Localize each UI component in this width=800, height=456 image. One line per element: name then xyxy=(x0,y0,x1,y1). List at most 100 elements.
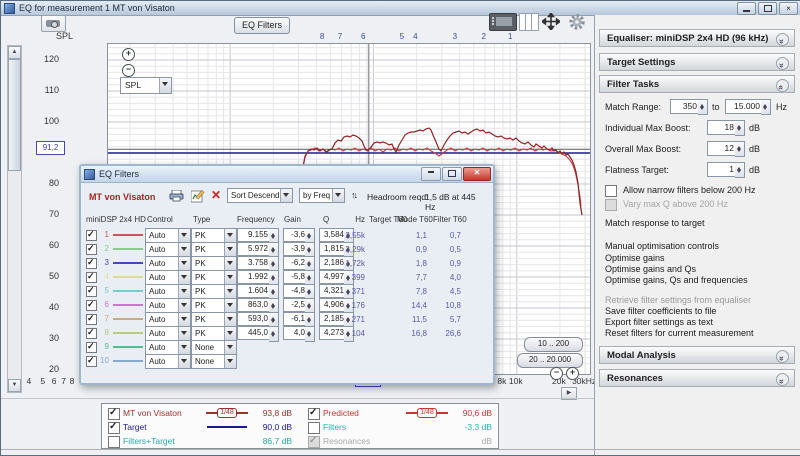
chevron-down-icon[interactable] xyxy=(776,350,789,363)
move-arrows-icon[interactable] xyxy=(542,13,560,30)
control-dropdown[interactable]: Auto xyxy=(145,298,191,313)
panel-filter-tasks[interactable]: Filter Tasks xyxy=(599,75,795,93)
scroll-up-icon[interactable]: ▲ xyxy=(8,46,21,59)
capture-graph-button[interactable] xyxy=(41,15,66,32)
panel-modal-analysis[interactable]: Modal Analysis xyxy=(599,346,795,364)
filter-enabled-checkbox[interactable] xyxy=(86,342,97,353)
panel-target-settings[interactable]: Target Settings xyxy=(599,53,795,71)
sort-dropdown[interactable]: Sort Descending xyxy=(227,188,293,203)
match-response-action[interactable]: Match response to target xyxy=(605,218,705,228)
frequency-field[interactable]: 1.604 xyxy=(237,284,271,298)
trace-checkbox[interactable] xyxy=(108,422,120,434)
trace-checkbox[interactable] xyxy=(308,408,320,420)
panel-equaliser[interactable]: Equaliser: miniDSP 2x4 HD (96 kHz) xyxy=(599,29,795,47)
type-dropdown[interactable]: PK xyxy=(191,298,237,313)
match-range-from-spinner[interactable] xyxy=(698,99,708,115)
control-dropdown[interactable]: Auto xyxy=(145,228,191,243)
delete-filters-icon[interactable]: ✕ xyxy=(211,189,221,201)
measure-actions-icon[interactable] xyxy=(191,190,205,203)
match-range-to-spinner[interactable] xyxy=(761,99,771,115)
dialog-titlebar[interactable]: EQ Filters ✕ xyxy=(81,166,493,183)
frequency-field[interactable]: 593,0 xyxy=(237,312,271,326)
control-dropdown[interactable]: Auto xyxy=(145,256,191,271)
optimise-gains-action[interactable]: Optimise gains xyxy=(605,253,665,263)
dialog-maximize-button[interactable] xyxy=(442,167,462,181)
frequency-field[interactable]: 863,0 xyxy=(237,298,271,312)
filter-enabled-checkbox[interactable] xyxy=(86,356,97,367)
print-icon[interactable] xyxy=(169,190,184,202)
flatness-target-field[interactable]: 1 xyxy=(707,162,737,177)
control-dropdown[interactable]: Auto xyxy=(145,354,191,369)
chevron-down-icon[interactable] xyxy=(776,33,789,46)
zoom-in-icon[interactable]: + xyxy=(122,48,135,61)
chevron-down-icon[interactable] xyxy=(776,57,789,70)
frequency-field[interactable]: 1.992 xyxy=(237,270,271,284)
maximize-button[interactable] xyxy=(758,2,777,15)
window-titlebar[interactable]: EQ for measurement 1 MT von Visaton × xyxy=(1,1,800,16)
scroll-down-icon[interactable]: ▼ xyxy=(8,379,21,392)
chevron-down-icon[interactable] xyxy=(776,373,789,386)
x-zoom-out-icon[interactable]: − xyxy=(550,367,563,380)
match-range-from-field[interactable]: 350 xyxy=(670,99,700,114)
control-dropdown[interactable]: Auto xyxy=(145,340,191,355)
filter-enabled-checkbox[interactable] xyxy=(86,300,97,311)
type-dropdown[interactable]: PK xyxy=(191,270,237,285)
sort-by-dropdown[interactable]: by Freq xyxy=(299,188,345,203)
allow-narrow-checkbox[interactable] xyxy=(605,185,617,197)
smoothing-badge[interactable]: 1/48 xyxy=(404,408,450,418)
smoothing-badge[interactable]: 1/48 xyxy=(204,408,250,418)
overall-max-boost-spinner[interactable] xyxy=(735,141,745,157)
frequency-field[interactable]: 9.155 xyxy=(237,228,271,242)
range-20-20000-button[interactable]: 20 .. 20.000 xyxy=(517,353,583,368)
reset-filters-action[interactable]: Reset filters for current measurement xyxy=(605,328,754,338)
panel-resonances[interactable]: Resonances xyxy=(599,369,795,387)
graph-layout-icon[interactable] xyxy=(489,13,517,31)
control-dropdown[interactable]: Auto xyxy=(145,270,191,285)
trace-checkbox[interactable] xyxy=(108,436,120,448)
frequency-field[interactable]: 5.972 xyxy=(237,242,271,256)
individual-max-boost-field[interactable]: 18 xyxy=(707,120,737,135)
type-dropdown[interactable]: PK xyxy=(191,284,237,299)
type-dropdown[interactable]: PK xyxy=(191,312,237,327)
reorder-filters-icon[interactable]: ↑↓ xyxy=(351,190,356,200)
axis-selector-dropdown[interactable]: SPL xyxy=(120,77,172,94)
control-dropdown[interactable]: Auto xyxy=(145,242,191,257)
panel-columns-icon[interactable] xyxy=(519,13,539,31)
control-dropdown[interactable]: Auto xyxy=(145,284,191,299)
control-dropdown[interactable]: Auto xyxy=(145,312,191,327)
overall-max-boost-field[interactable]: 12 xyxy=(707,141,737,156)
export-filter-settings-action[interactable]: Export filter settings as text xyxy=(605,317,713,327)
frequency-field[interactable]: 3.758 xyxy=(237,256,271,270)
match-range-to-field[interactable]: 15.000 xyxy=(725,99,763,114)
filter-enabled-checkbox[interactable] xyxy=(86,244,97,255)
close-button[interactable]: × xyxy=(779,2,798,15)
type-dropdown[interactable]: None xyxy=(191,354,237,369)
x-zoom-in-icon[interactable]: + xyxy=(566,367,579,380)
zoom-out-icon[interactable]: − xyxy=(122,64,135,77)
optimise-gains-qs-freqs-action[interactable]: Optimise gains, Qs and frequencies xyxy=(605,275,748,285)
individual-max-boost-spinner[interactable] xyxy=(735,120,745,136)
trace-checkbox[interactable] xyxy=(108,408,120,420)
minimize-button[interactable] xyxy=(737,2,756,15)
filter-enabled-checkbox[interactable] xyxy=(86,328,97,339)
type-dropdown[interactable]: PK xyxy=(191,228,237,243)
vertical-scrollbar[interactable]: ▲ ▼ xyxy=(7,45,22,393)
filter-enabled-checkbox[interactable] xyxy=(86,258,97,269)
gear-icon[interactable] xyxy=(568,13,586,31)
trace-checkbox[interactable] xyxy=(308,422,320,434)
chevron-up-icon[interactable] xyxy=(776,79,789,92)
type-dropdown[interactable]: PK xyxy=(191,326,237,341)
save-filter-coefficients-action[interactable]: Save filter coefficients to file xyxy=(605,306,716,316)
filter-enabled-checkbox[interactable] xyxy=(86,314,97,325)
dialog-close-button[interactable]: ✕ xyxy=(463,167,491,181)
range-10-200-button[interactable]: 10 .. 200 xyxy=(524,337,583,352)
scrollbar-thumb[interactable] xyxy=(8,59,21,171)
control-dropdown[interactable]: Auto xyxy=(145,326,191,341)
eq-filters-button[interactable]: EQ Filters xyxy=(234,17,290,34)
flatness-target-spinner[interactable] xyxy=(735,162,745,178)
dialog-minimize-button[interactable] xyxy=(421,167,441,181)
type-dropdown[interactable]: PK xyxy=(191,242,237,257)
filter-enabled-checkbox[interactable] xyxy=(86,272,97,283)
filter-enabled-checkbox[interactable] xyxy=(86,286,97,297)
optimise-gains-qs-action[interactable]: Optimise gains and Qs xyxy=(605,264,696,274)
